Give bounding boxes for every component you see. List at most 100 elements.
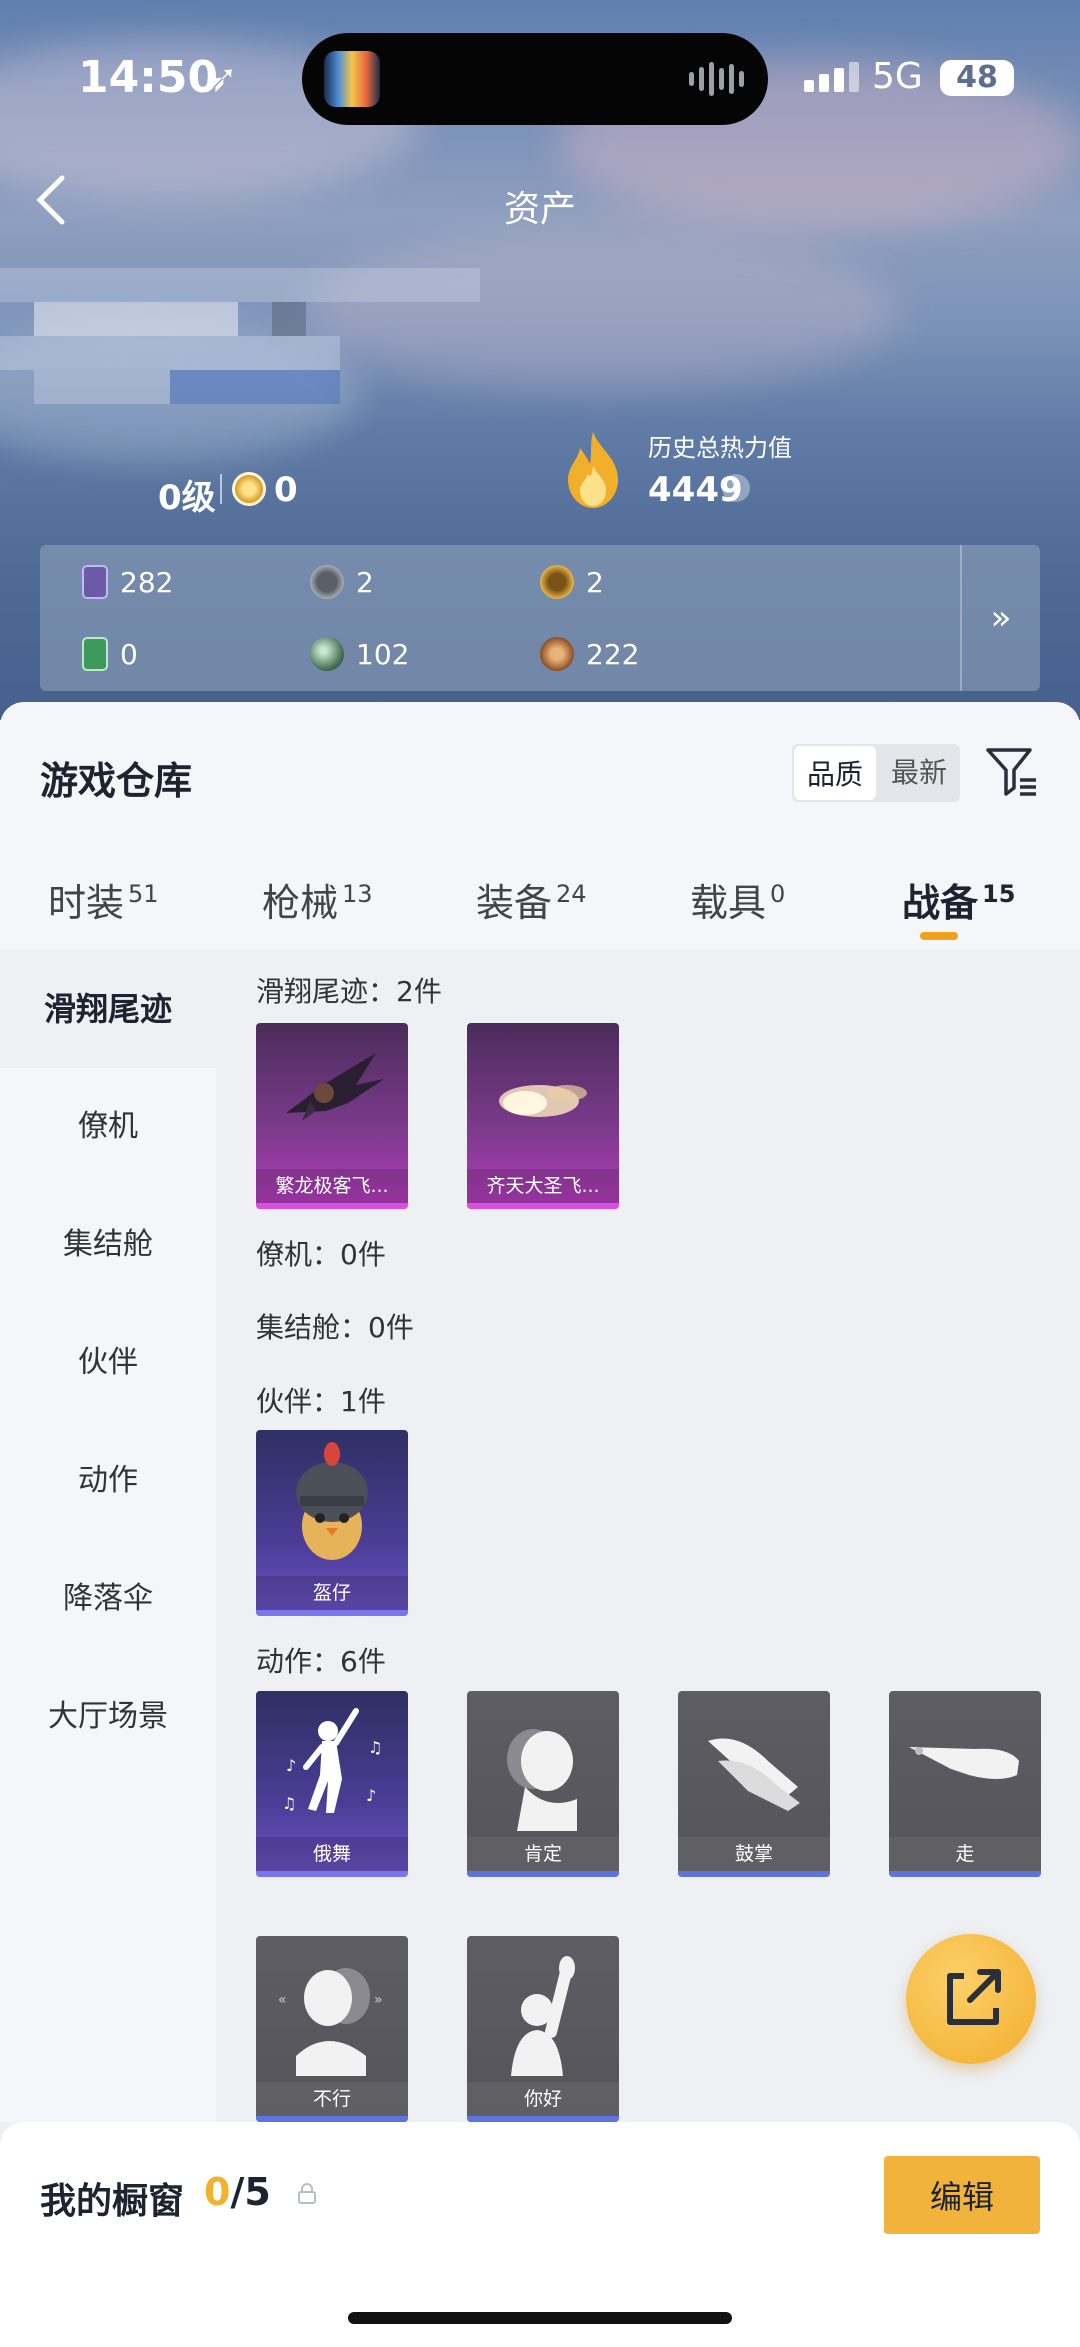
svg-text:♫: ♫ bbox=[282, 1794, 296, 1813]
item-name: 鼓掌 bbox=[678, 1837, 830, 1871]
sidebar-item-emote[interactable]: 动作 bbox=[0, 1422, 216, 1540]
sort-newest-button[interactable]: 最新 bbox=[878, 744, 960, 802]
item-card[interactable]: 繁龙极客飞... bbox=[256, 1023, 408, 1209]
clap-hands-icon bbox=[708, 1738, 800, 1811]
item-card[interactable]: 齐天大圣飞... bbox=[467, 1023, 619, 1209]
rarity-bar bbox=[256, 1871, 408, 1877]
currency-value: 2 bbox=[356, 565, 374, 599]
active-tab-indicator bbox=[920, 932, 958, 940]
svg-text:«: « bbox=[278, 1992, 287, 2008]
subcategory-sidebar: 滑翔尾迹 僚机 集结舱 伙伴 动作 降落伞 大厅场景 bbox=[0, 950, 216, 2122]
sidebar-item-glide-trail[interactable]: 滑翔尾迹 bbox=[0, 950, 216, 1068]
album-art-icon bbox=[324, 51, 380, 107]
network-type: 5G bbox=[872, 56, 923, 97]
tab-combat-gear[interactable]: 战备 15 bbox=[902, 872, 1015, 927]
tab-equipment[interactable]: 装备 24 bbox=[476, 872, 587, 927]
green-orb-icon bbox=[310, 637, 344, 671]
rank-badge-icon bbox=[232, 472, 266, 506]
currency-panel: 282 2 2 0 102 222 » bbox=[40, 545, 1040, 691]
section-title: 僚机：0件 bbox=[256, 1238, 386, 1271]
share-button[interactable] bbox=[906, 1934, 1036, 2064]
item-card[interactable]: 盔仔 bbox=[256, 1430, 408, 1616]
item-name: 走 bbox=[889, 1837, 1041, 1871]
wave-hello-icon bbox=[511, 1956, 575, 2076]
dynamic-island[interactable] bbox=[302, 33, 768, 125]
item-card[interactable]: 你好 bbox=[467, 1936, 619, 2122]
currency-value: 2 bbox=[586, 565, 604, 599]
rarity-bar bbox=[256, 1203, 408, 1209]
item-card[interactable]: 走 bbox=[889, 1691, 1041, 1877]
sidebar-item-rally-pod[interactable]: 集结舱 bbox=[0, 1186, 216, 1304]
gold-coin-icon bbox=[540, 565, 574, 599]
helmet-chick-icon bbox=[296, 1442, 368, 1560]
rarity-bar bbox=[889, 1871, 1041, 1877]
currency-item[interactable]: 102 bbox=[310, 637, 409, 671]
item-card[interactable]: 鼓掌 bbox=[678, 1691, 830, 1877]
heat-label: 历史总热力值 bbox=[648, 434, 792, 462]
purple-card-icon bbox=[82, 565, 108, 599]
currency-item[interactable]: 282 bbox=[82, 565, 173, 599]
silver-coin-icon bbox=[310, 565, 344, 599]
cloud-trail-icon bbox=[499, 1085, 587, 1117]
item-card[interactable]: 肯定 bbox=[467, 1691, 619, 1877]
share-external-icon bbox=[947, 1969, 1001, 2025]
sidebar-item-wingman[interactable]: 僚机 bbox=[0, 1068, 216, 1186]
item-name: 俄舞 bbox=[256, 1837, 408, 1871]
dance-icon: ♪ ♫ ♪ ♫ bbox=[282, 1708, 382, 1813]
tab-guns[interactable]: 枪械 13 bbox=[262, 872, 373, 927]
showcase-title: 我的橱窗 bbox=[40, 2181, 185, 2222]
tab-fashion[interactable]: 时装 51 bbox=[48, 872, 159, 927]
filter-icon[interactable] bbox=[984, 744, 1040, 800]
sidebar-item-partner[interactable]: 伙伴 bbox=[0, 1304, 216, 1422]
svg-text:»: » bbox=[374, 1992, 383, 2008]
currency-value: 102 bbox=[356, 637, 410, 671]
sidebar-item-parachute[interactable]: 降落伞 bbox=[0, 1540, 216, 1658]
bronze-coin-icon bbox=[540, 637, 574, 671]
game-warehouse: 游戏仓库 品质 最新 时装 51 枪械 13 装备 24 载具 0 战备 15 滑翔尾迹 … bbox=[0, 702, 1080, 2122]
svg-text:♫: ♫ bbox=[368, 1738, 382, 1757]
item-name: 盔仔 bbox=[256, 1576, 408, 1610]
currency-more-button[interactable]: » bbox=[960, 545, 1040, 691]
rocket-icon: ➶ bbox=[206, 56, 238, 100]
audio-wave-icon bbox=[689, 61, 744, 97]
signal-icon bbox=[804, 62, 859, 92]
svg-text:♪: ♪ bbox=[286, 1756, 296, 1775]
currency-item[interactable]: 2 bbox=[540, 565, 604, 599]
pointing-hand-icon bbox=[909, 1747, 1019, 1779]
page-title: 资产 bbox=[503, 189, 576, 230]
rarity-bar bbox=[678, 1871, 830, 1877]
showcase-current: 0 bbox=[204, 2170, 231, 2214]
battery-icon: 48 bbox=[940, 60, 1014, 96]
item-name: 齐天大圣飞... bbox=[467, 1169, 619, 1203]
item-card[interactable]: «» 不行 bbox=[256, 1936, 408, 2122]
nod-head-icon bbox=[507, 1729, 577, 1831]
rarity-bar bbox=[467, 1871, 619, 1877]
currency-item[interactable]: 2 bbox=[310, 565, 374, 599]
section-title: 伙伴：1件 bbox=[256, 1385, 386, 1418]
sort-quality-button[interactable]: 品质 bbox=[794, 746, 876, 800]
item-name: 繁龙极客飞... bbox=[256, 1169, 408, 1203]
green-card-icon bbox=[82, 637, 108, 671]
item-card[interactable]: ♪ ♫ ♪ ♫ 俄舞 bbox=[256, 1691, 408, 1877]
currency-value: 282 bbox=[120, 565, 174, 599]
sidebar-item-lobby-scene[interactable]: 大厅场景 bbox=[0, 1658, 216, 1776]
currency-value: 0 bbox=[120, 637, 138, 671]
section-title: 动作：6件 bbox=[256, 1645, 386, 1678]
showcase-total: /5 bbox=[230, 2170, 271, 2214]
edit-button[interactable]: 编辑 bbox=[884, 2156, 1040, 2234]
section-title: 集结舱：0件 bbox=[256, 1311, 414, 1344]
tab-label: 枪械 bbox=[262, 881, 339, 925]
shake-head-icon: «» bbox=[278, 1968, 383, 2076]
currency-item[interactable]: 0 bbox=[82, 637, 138, 671]
tab-count: 24 bbox=[556, 880, 587, 909]
home-indicator[interactable] bbox=[348, 2312, 732, 2324]
status-bar: 14:50 ➶ 5G 48 bbox=[0, 0, 1080, 150]
tab-vehicles[interactable]: 载具 0 bbox=[690, 872, 785, 927]
tab-count: 15 bbox=[982, 880, 1016, 909]
divider bbox=[220, 474, 222, 504]
rarity-bar bbox=[467, 1203, 619, 1209]
currency-item[interactable]: 222 bbox=[540, 637, 639, 671]
showcase-count: 0/5 bbox=[204, 2170, 271, 2214]
help-icon[interactable]: ? bbox=[722, 474, 750, 502]
item-name: 不行 bbox=[256, 2082, 408, 2116]
